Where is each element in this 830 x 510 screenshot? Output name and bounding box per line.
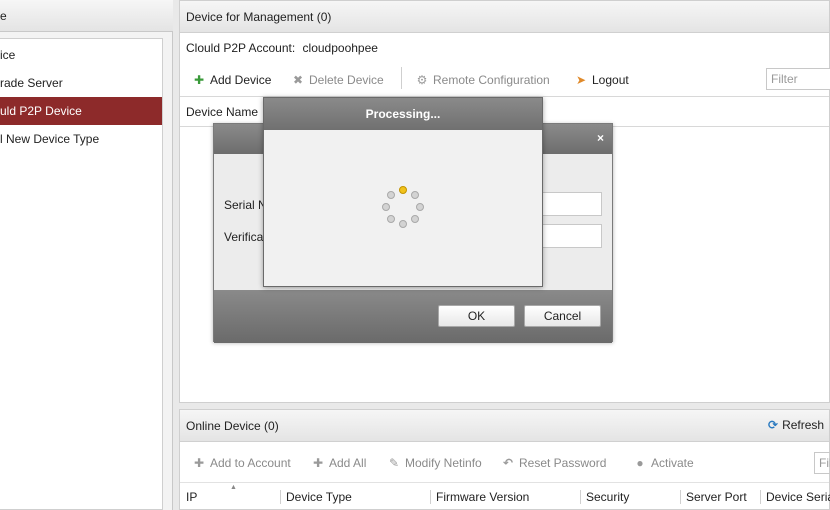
gear-icon: ⚙	[416, 73, 428, 87]
add-device-button[interactable]: ✚ Add Device	[192, 72, 271, 88]
delete-device-label: Delete Device	[309, 73, 384, 87]
lightbulb-icon: ●	[636, 456, 644, 470]
online-device-panel: Online Device (0) ⟳ Refresh ✚ Add to Accou…	[179, 409, 830, 510]
panel-header: Device for Management (0)	[180, 1, 829, 33]
verification-code-label: Verifica	[224, 230, 264, 244]
plus-icon: ✚	[193, 456, 205, 470]
sidebar: e ice rade Server uld P2P Device l New D…	[0, 0, 173, 510]
modify-netinfo-button[interactable]: ✎ Modify Netinfo	[387, 455, 482, 471]
spinner-dot	[399, 220, 407, 228]
processing-dialog: Processing...	[263, 97, 543, 287]
activate-label: Activate	[651, 456, 694, 470]
verification-code-input[interactable]	[534, 224, 602, 248]
sidebar-item-upgrade-server[interactable]: rade Server	[0, 69, 162, 97]
serial-number-label: Serial N	[224, 198, 267, 212]
spinner-dot	[411, 191, 419, 199]
online-panel-title: Online Device (0)	[186, 419, 279, 433]
ok-button[interactable]: OK	[438, 305, 515, 327]
modify-netinfo-label: Modify Netinfo	[405, 456, 482, 470]
serial-number-input[interactable]	[534, 192, 602, 216]
sidebar-list: ice rade Server uld P2P Device l New Dev…	[0, 38, 163, 510]
column-ip[interactable]: IP	[186, 490, 197, 504]
device-toolbar: ✚ Add Device ✖ Delete Device ⚙ Remote Confi…	[180, 63, 829, 97]
column-device-type[interactable]: Device Type	[286, 490, 352, 504]
add-all-button[interactable]: ✚ Add All	[311, 455, 366, 471]
panel-title: Device for Management (0)	[186, 10, 332, 24]
refresh-icon: ⟳	[768, 418, 779, 432]
online-filter-input[interactable]: Filt	[814, 452, 830, 474]
cloud-account-row: Clould P2P Account: cloudpoohpee	[186, 41, 378, 55]
delete-device-button[interactable]: ✖ Delete Device	[291, 72, 384, 88]
column-device-name[interactable]: Device Name	[186, 105, 258, 119]
logout-label: Logout	[592, 73, 629, 87]
online-table-header: IP Device Type Firmware Version Security…	[180, 482, 830, 510]
add-to-account-label: Add to Account	[210, 456, 291, 470]
sidebar-item-cloud-p2p-device[interactable]: uld P2P Device	[0, 97, 162, 125]
column-divider	[580, 490, 581, 504]
spinner-dot	[382, 203, 390, 211]
edit-icon: ✎	[388, 456, 400, 470]
account-value: cloudpoohpee	[302, 41, 378, 55]
add-all-label: Add All	[329, 456, 367, 470]
column-divider	[280, 490, 281, 504]
logout-icon: ➤	[575, 73, 587, 87]
sidebar-header: e	[0, 0, 173, 32]
sidebar-item-device[interactable]: ice	[0, 41, 162, 69]
remote-configuration-button[interactable]: ⚙ Remote Configuration	[415, 72, 550, 88]
column-server-port[interactable]: Server Port	[686, 490, 747, 504]
spinner-dot	[387, 215, 395, 223]
online-panel-header: Online Device (0) ⟳ Refresh	[180, 410, 829, 442]
online-toolbar: ✚ Add to Account ✚ Add All ✎ Modify Netinfo…	[180, 446, 829, 478]
plus-icon: ✚	[193, 73, 205, 87]
processing-title: Processing...	[264, 98, 542, 130]
reset-password-button[interactable]: ↶ Reset Password	[501, 455, 606, 471]
column-device-serial[interactable]: Device Serial	[766, 490, 830, 504]
column-divider	[760, 490, 761, 504]
toolbar-divider	[401, 67, 402, 89]
undo-icon: ↶	[502, 456, 514, 470]
sidebar-item-new-device-type[interactable]: l New Device Type	[0, 125, 162, 153]
logout-button[interactable]: ➤ Logout	[574, 72, 629, 88]
spinner-dot	[399, 186, 407, 194]
device-filter-input[interactable]: Filter	[766, 68, 830, 90]
plus-icon: ✚	[312, 456, 324, 470]
spinner-dot	[387, 191, 395, 199]
column-divider	[430, 490, 431, 504]
column-divider	[680, 490, 681, 504]
cancel-button[interactable]: Cancel	[524, 305, 601, 327]
column-security[interactable]: Security	[586, 490, 629, 504]
delete-icon: ✖	[292, 73, 304, 87]
add-to-account-button[interactable]: ✚ Add to Account	[192, 455, 291, 471]
close-icon[interactable]: ×	[597, 131, 604, 145]
dialog-footer: OK Cancel	[214, 290, 612, 343]
reset-password-label: Reset Password	[519, 456, 607, 470]
column-firmware-version[interactable]: Firmware Version	[436, 490, 529, 504]
refresh-button[interactable]: ⟳ Refresh	[768, 418, 824, 432]
sidebar-header-label: e	[0, 9, 7, 23]
account-label: Clould P2P Account:	[186, 41, 296, 55]
activate-button[interactable]: ● Activate	[633, 455, 694, 471]
add-device-label: Add Device	[210, 73, 272, 87]
spinner-dot	[416, 203, 424, 211]
refresh-label: Refresh	[782, 418, 825, 432]
remote-config-label: Remote Configuration	[433, 73, 550, 87]
spinner-dot	[411, 215, 419, 223]
